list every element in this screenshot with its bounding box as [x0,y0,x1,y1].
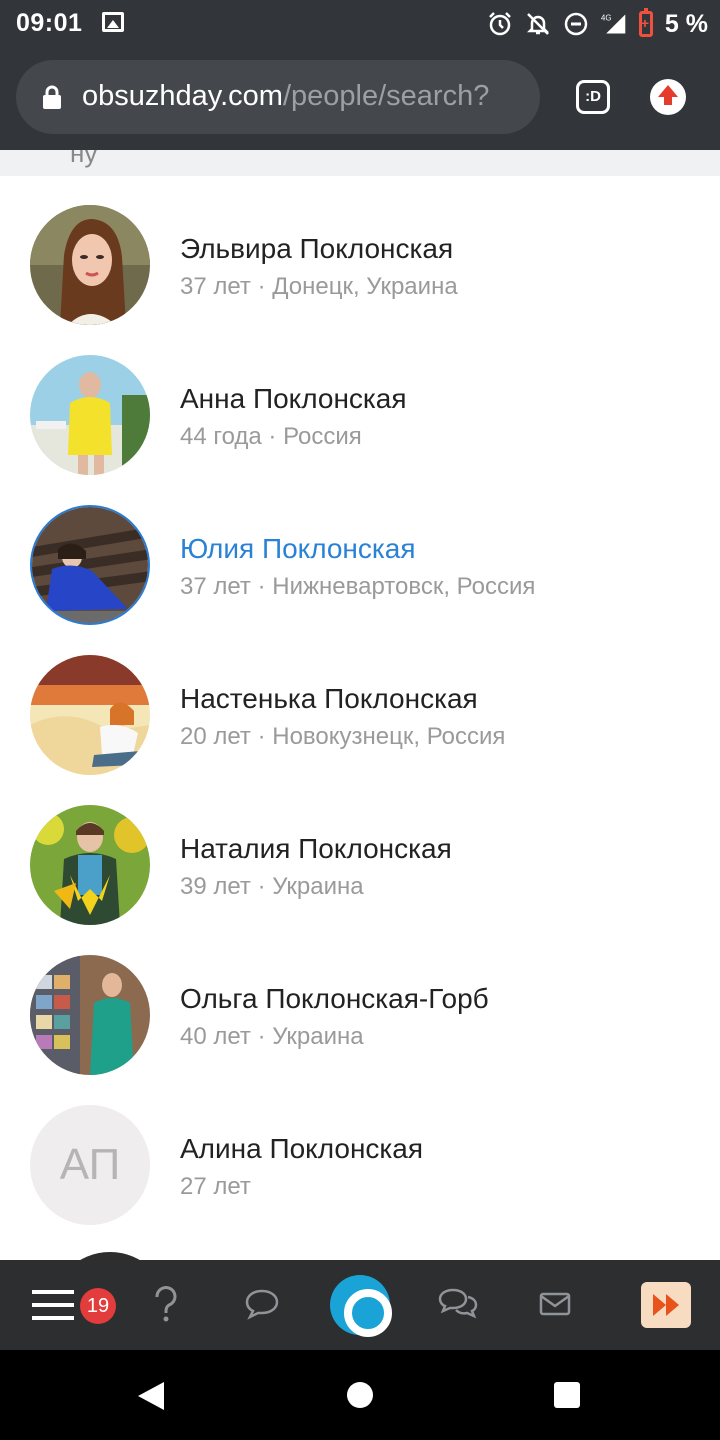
person-meta: 20 лет · Новокузнецк, Россия [180,723,506,750]
fast-forward-button[interactable] [641,1282,691,1328]
battery-percent: 5 % [664,9,708,38]
system-navigation-bar [0,1350,720,1440]
url-domain: obsuzhday.com [82,80,283,112]
battery-icon [638,8,653,37]
person-meta: 44 года · Россия [180,423,362,450]
person-row[interactable]: АП Алина Поклонская 27 лет [0,1090,720,1240]
person-meta: 39 лет · Украина [180,873,364,900]
do-not-disturb-icon [564,12,588,36]
person-name[interactable]: Эльвира Поклонская [180,233,453,265]
avatar[interactable] [30,655,150,775]
home-icon[interactable] [346,1381,374,1409]
notification-badge: 19 [80,1288,116,1324]
mail-icon[interactable] [539,1292,571,1316]
person-name[interactable]: Наталия Поклонская [180,833,452,865]
alarm-icon [489,12,511,36]
person-row[interactable]: Эльвира Поклонская 37 лет · Донецк, Укра… [0,190,720,340]
discussions-icon[interactable] [438,1286,478,1322]
person-meta: 37 лет · Донецк, Украина [180,273,458,300]
person-name[interactable]: Ольга Поклонская-Горб [180,983,489,1015]
status-icons: 4G 5 % [487,8,708,40]
upload-arrow-icon[interactable] [650,79,686,115]
person-row[interactable]: Юлия Поклонская 37 лет · Нижневартовск, … [0,490,720,640]
person-row[interactable]: Наталия Поклонская 39 лет · Украина [0,790,720,940]
person-name[interactable]: Анна Поклонская [180,383,407,415]
home-logo-icon[interactable] [330,1275,392,1337]
signal-icon: 4G [601,14,626,34]
partial-header: ну [0,150,720,176]
person-meta: 27 лет [180,1173,251,1200]
person-name[interactable]: Настенька Поклонская [180,683,478,715]
person-name[interactable]: Алина Поклонская [180,1133,423,1165]
partial-text: ну [70,150,98,168]
person-name[interactable]: Юлия Поклонская [180,533,416,565]
person-meta: 37 лет · Нижневартовск, Россия [180,573,536,600]
person-row[interactable]: Анна Поклонская 44 года · Россия [0,340,720,490]
bottom-toolbar: 19 [0,1260,720,1350]
fast-forward-icon [653,1294,679,1316]
url-text: obsuzhday.com/people/search? [82,80,489,113]
avatar[interactable] [30,205,150,325]
back-icon[interactable] [136,1380,166,1412]
person-row[interactable]: Ольга Поклонская-Горб 40 лет · Украина [0,940,720,1090]
status-time: 09:01 [16,9,83,37]
address-bar[interactable]: obsuzhday.com/people/search? [16,60,540,134]
person-row[interactable]: Настенька Поклонская 20 лет · Новокузнец… [0,640,720,790]
person-meta: 40 лет · Украина [180,1023,364,1050]
url-path: /people/search? [282,80,490,112]
recents-icon[interactable] [553,1381,581,1409]
question-icon[interactable] [153,1286,179,1322]
image-notification-icon [102,12,124,32]
lock-icon [43,85,61,109]
chat-bubble-icon[interactable] [245,1288,279,1320]
network-type-label: 4G [601,14,611,23]
menu-icon[interactable] [32,1288,74,1322]
browser-toolbar: obsuzhday.com/people/search? :D [0,48,720,150]
avatar[interactable] [30,355,150,475]
extension-button[interactable]: :D [576,80,610,114]
status-bar: 09:01 4G 5 % [0,0,720,48]
avatar[interactable] [30,505,150,625]
avatar[interactable] [30,805,150,925]
notifications-off-icon [526,13,549,35]
avatar[interactable] [30,955,150,1075]
avatar-initials[interactable]: АП [30,1105,150,1225]
